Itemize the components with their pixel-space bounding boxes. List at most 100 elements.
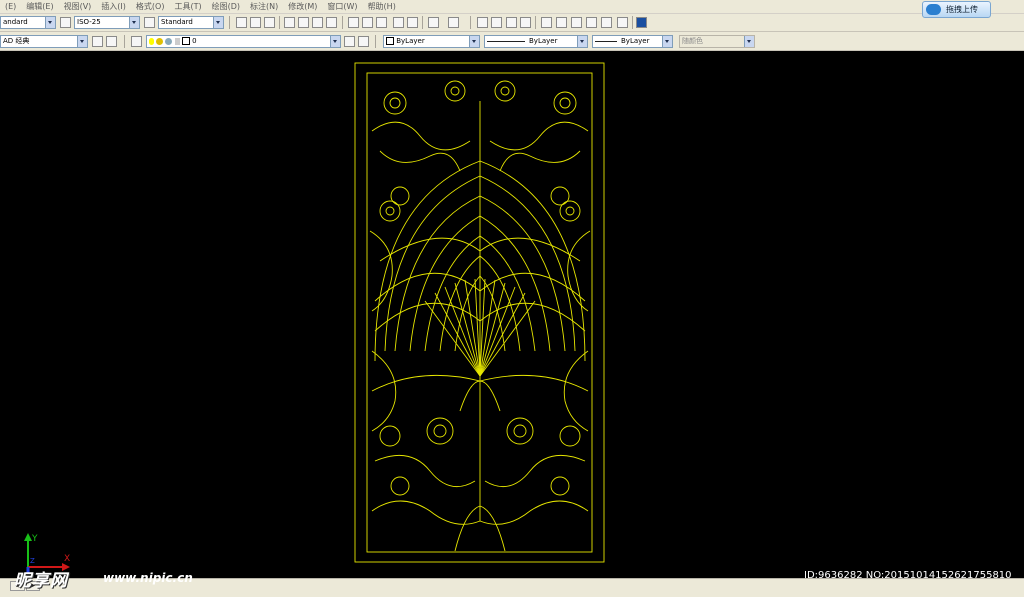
chevron-down-icon[interactable] bbox=[577, 36, 587, 47]
publish-icon[interactable] bbox=[312, 17, 323, 28]
color-dropdown[interactable]: ByLayer bbox=[383, 35, 480, 48]
make-layer-current-icon[interactable] bbox=[344, 36, 355, 47]
menu-item-modify[interactable]: 修改(M) bbox=[283, 1, 322, 12]
print-preview-icon[interactable] bbox=[298, 17, 309, 28]
zoom-window-icon[interactable] bbox=[506, 17, 517, 28]
save-icon[interactable] bbox=[264, 17, 275, 28]
layer-value: 0 bbox=[192, 37, 197, 45]
linetype-value: ByLayer bbox=[529, 37, 558, 45]
chevron-down-icon[interactable] bbox=[213, 17, 223, 28]
text-style-value: andard bbox=[3, 18, 28, 26]
ucs-x-label: X bbox=[64, 554, 70, 564]
menu-item-draw[interactable]: 绘图(D) bbox=[207, 1, 245, 12]
toolbar-separator bbox=[470, 16, 471, 29]
undo-icon[interactable] bbox=[428, 17, 439, 28]
menu-bar: (E) 编辑(E) 视图(V) 插入(I) 格式(O) 工具(T) 绘图(D) … bbox=[0, 0, 1024, 14]
chevron-down-icon[interactable] bbox=[77, 36, 87, 47]
lock-icon bbox=[174, 37, 180, 45]
properties-icon[interactable] bbox=[541, 17, 552, 28]
linetype-dropdown[interactable]: ByLayer bbox=[484, 35, 588, 48]
tool-palettes-icon[interactable] bbox=[571, 17, 582, 28]
plot-style-value: 随颜色 bbox=[682, 37, 703, 45]
menu-item-view[interactable]: 视图(V) bbox=[59, 1, 97, 12]
table-style-value: Standard bbox=[161, 18, 193, 26]
chevron-down-icon[interactable] bbox=[129, 17, 139, 28]
standard-toolbar: andard ISO-25 Standard bbox=[0, 14, 1024, 32]
chevron-down-icon[interactable] bbox=[469, 36, 479, 47]
menu-item-tools[interactable]: 工具(T) bbox=[169, 1, 206, 12]
workspace-value: AD 经典 bbox=[3, 37, 30, 45]
ucs-y-label: Y bbox=[31, 534, 38, 544]
redo-icon[interactable] bbox=[448, 17, 459, 28]
lightbulb-icon bbox=[149, 37, 154, 45]
lineweight-dropdown[interactable]: ByLayer bbox=[592, 35, 673, 48]
menu-item-dimension[interactable]: 标注(N) bbox=[245, 1, 283, 12]
toolbar-separator bbox=[535, 16, 536, 29]
chevron-down-icon[interactable] bbox=[662, 36, 672, 47]
print-icon[interactable] bbox=[284, 17, 295, 28]
ucs-z-label: Z bbox=[30, 557, 35, 565]
toolbar-separator bbox=[375, 35, 376, 48]
dim-style-dropdown[interactable]: ISO-25 bbox=[74, 16, 140, 29]
freeze-icon bbox=[165, 37, 173, 45]
menu-item-format[interactable]: 格式(O) bbox=[131, 1, 170, 12]
workspace-dropdown[interactable]: AD 经典 bbox=[0, 35, 88, 48]
sun-icon bbox=[156, 37, 164, 45]
layer-manager-icon[interactable] bbox=[131, 36, 142, 47]
color-value: ByLayer bbox=[396, 37, 425, 45]
block-editor-icon[interactable] bbox=[407, 17, 418, 28]
dim-style-icon[interactable] bbox=[60, 17, 71, 28]
markup-icon[interactable] bbox=[601, 17, 612, 28]
zoom-previous-icon[interactable] bbox=[520, 17, 531, 28]
text-style-dropdown[interactable]: andard bbox=[0, 16, 56, 29]
toolbar-separator bbox=[632, 16, 633, 29]
copy-icon[interactable] bbox=[362, 17, 373, 28]
plot-style-dropdown: 随颜色 bbox=[679, 35, 755, 48]
open-file-icon[interactable] bbox=[250, 17, 261, 28]
drawing-canvas[interactable]: Y X Z bbox=[0, 51, 1024, 578]
toolbar-separator bbox=[422, 16, 423, 29]
cad-drawing bbox=[354, 62, 605, 563]
menu-item-insert[interactable]: 插入(I) bbox=[96, 1, 131, 12]
lineweight-sample bbox=[595, 40, 617, 42]
watermark-url: www.nipic.cn bbox=[103, 571, 193, 585]
linetype-sample bbox=[487, 40, 525, 42]
layer-previous-icon[interactable] bbox=[358, 36, 369, 47]
watermark-id: ID:9636282 NO:20151014152621755810 bbox=[804, 570, 1012, 581]
layer-dropdown[interactable]: 0 bbox=[146, 35, 341, 48]
chevron-down-icon[interactable] bbox=[45, 17, 55, 28]
color-swatch bbox=[386, 37, 394, 45]
zoom-realtime-icon[interactable] bbox=[491, 17, 502, 28]
workspace-save-icon[interactable] bbox=[106, 36, 117, 47]
menu-item-0[interactable]: (E) bbox=[0, 2, 21, 11]
new-file-icon[interactable] bbox=[236, 17, 247, 28]
table-style-icon[interactable] bbox=[144, 17, 155, 28]
cloud-upload-icon bbox=[926, 4, 941, 15]
design-center-icon[interactable] bbox=[556, 17, 567, 28]
lineweight-value: ByLayer bbox=[621, 37, 650, 45]
toolbar-separator bbox=[279, 16, 280, 29]
layer-color-swatch bbox=[181, 37, 190, 45]
pan-icon[interactable] bbox=[477, 17, 488, 28]
menu-item-help[interactable]: 帮助(H) bbox=[363, 1, 401, 12]
plot-icon[interactable] bbox=[326, 17, 337, 28]
table-style-dropdown[interactable]: Standard bbox=[158, 16, 224, 29]
workspace-settings-icon[interactable] bbox=[92, 36, 103, 47]
paste-icon[interactable] bbox=[376, 17, 387, 28]
chevron-down-icon[interactable] bbox=[330, 36, 340, 47]
sheet-set-icon[interactable] bbox=[586, 17, 597, 28]
menu-item-edit[interactable]: 编辑(E) bbox=[21, 1, 58, 12]
outer-frame bbox=[354, 62, 605, 563]
calculator-icon[interactable] bbox=[617, 17, 628, 28]
match-properties-icon[interactable] bbox=[393, 17, 404, 28]
toolbar-separator bbox=[124, 35, 125, 48]
toolbar-separator bbox=[342, 16, 343, 29]
menu-item-window[interactable]: 窗口(W) bbox=[322, 1, 362, 12]
dim-style-value: ISO-25 bbox=[77, 18, 101, 26]
cut-icon[interactable] bbox=[348, 17, 359, 28]
help-icon[interactable] bbox=[636, 17, 647, 28]
upload-button[interactable]: 拖拽上传 bbox=[922, 1, 991, 18]
watermark-logo: 昵享网 bbox=[14, 571, 68, 591]
layers-toolbar: AD 经典 0 ByLayer ByLayer ByLayer 随颜色 bbox=[0, 32, 1024, 51]
chevron-down-icon bbox=[744, 36, 754, 47]
